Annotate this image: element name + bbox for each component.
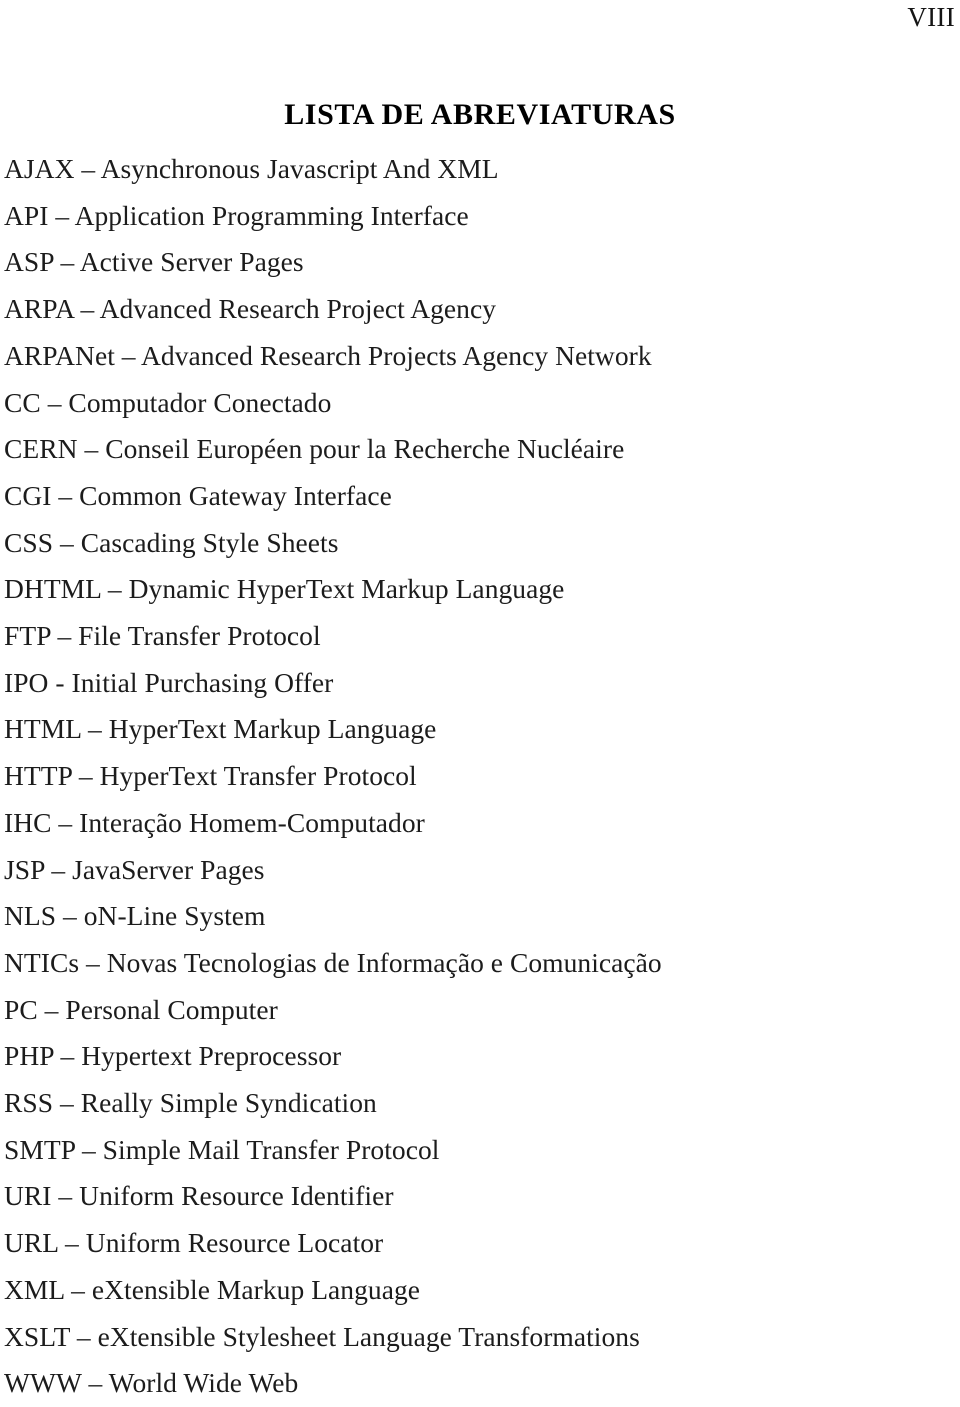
- abbreviation-entry: CC – Computador Conectado: [4, 386, 332, 418]
- abbreviation-entry: ARPA – Advanced Research Project Agency: [4, 293, 497, 325]
- abbreviation-entry: CGI – Common Gateway Interface: [4, 479, 392, 511]
- abbreviation-entry: PC – Personal Computer: [4, 993, 278, 1025]
- abbreviation-entry: ASP – Active Server Pages: [4, 246, 304, 278]
- abbreviation-entry: API – Application Programming Interface: [4, 199, 469, 231]
- abbreviation-entry: RSS – Really Simple Syndication: [4, 1087, 377, 1119]
- abbreviation-entry: HTTP – HyperText Transfer Protocol: [4, 760, 417, 792]
- abbreviation-entry: URI – Uniform Resource Identifier: [4, 1180, 394, 1212]
- abbreviation-entry: CERN – Conseil Européen pour la Recherch…: [4, 433, 625, 465]
- abbreviation-entry: HTML – HyperText Markup Language: [4, 713, 437, 745]
- abbreviation-entry: FTP – File Transfer Protocol: [4, 620, 321, 652]
- page-number: VIII: [907, 2, 955, 32]
- abbreviation-entry: SMTP – Simple Mail Transfer Protocol: [4, 1133, 440, 1165]
- abbreviation-entry: CSS – Cascading Style Sheets: [4, 526, 339, 558]
- abbreviation-entry: XML – eXtensible Markup Language: [4, 1273, 421, 1305]
- abbreviation-entry: URL – Uniform Resource Locator: [4, 1227, 384, 1259]
- abbreviation-list: AJAX – Asynchronous Javascript And XML AP…: [4, 146, 704, 1407]
- abbreviation-entry: DHTML – Dynamic HyperText Markup Languag…: [4, 573, 565, 605]
- abbreviation-entry: IPO - Initial Purchasing Offer: [4, 666, 334, 698]
- abbreviation-entry: JSP – JavaServer Pages: [4, 853, 265, 885]
- page-title: LISTA DE ABREVIATURAS: [284, 98, 676, 132]
- abbreviation-entry: IHC – Interação Homem-Computador: [4, 806, 425, 838]
- abbreviation-entry: NTICs – Novas Tecnologias de Informação …: [4, 946, 662, 978]
- abbreviation-entry: XSLT – eXtensible Stylesheet Language Tr…: [4, 1320, 640, 1352]
- abbreviation-entry: NLS – oN-Line System: [4, 900, 266, 932]
- abbreviation-entry: ARPANet – Advanced Research Projects Age…: [4, 339, 652, 371]
- abbreviation-entry: PHP – Hypertext Preprocessor: [4, 1040, 342, 1072]
- abbreviation-entry: WWW – World Wide Web: [4, 1367, 299, 1399]
- abbreviation-entry: AJAX – Asynchronous Javascript And XML: [4, 153, 499, 184]
- document-page: VIII LISTA DE ABREVIATURAS AJAX – Asynch…: [0, 0, 960, 1398]
